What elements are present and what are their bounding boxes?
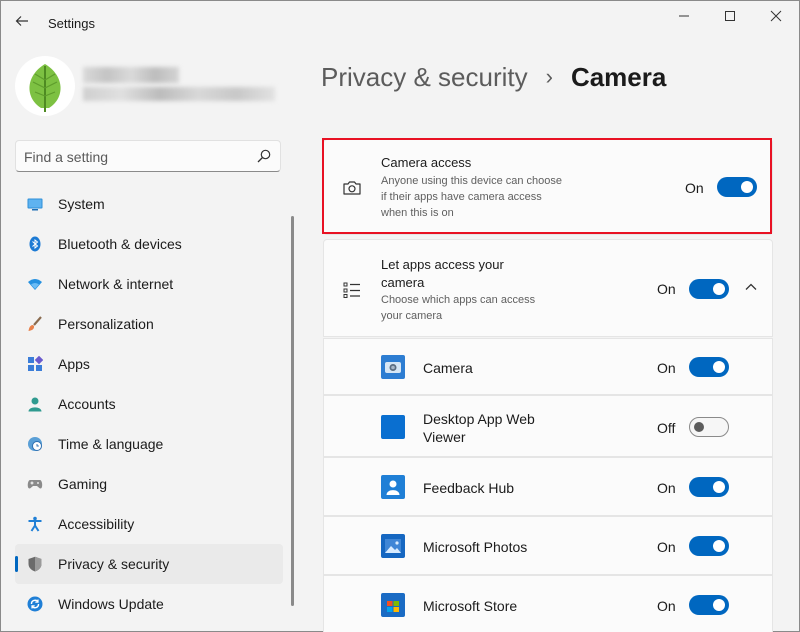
sidebar-item-label: Time & language [58,436,164,452]
app-state: On [657,360,676,376]
sidebar-item-gaming[interactable]: Gaming [15,464,283,504]
chevron-up-icon[interactable] [744,280,758,294]
close-button[interactable] [753,5,799,29]
sidebar-item-label: Accounts [58,396,116,412]
search-input[interactable] [24,147,244,167]
sidebar-item-network[interactable]: Network & internet [15,264,283,304]
breadcrumb-separator: › [545,64,553,89]
microsoft-store-toggle[interactable] [689,595,729,615]
back-button[interactable] [11,10,33,32]
store-icon [381,593,405,617]
sidebar-nav: System Bluetooth & devices Network & int… [15,184,283,624]
app-state: Off [657,420,676,436]
sidebar-item-label: Privacy & security [58,556,170,572]
camera-access-description-line: when this is on [381,207,454,219]
app-name: Viewer [423,429,466,445]
apps-access-title-line: camera [381,275,425,290]
breadcrumb: Privacy & security › Camera [321,59,666,95]
feedback-hub-toggle[interactable] [689,477,729,497]
sidebar-item-label: Network & internet [58,276,174,292]
apps-access-card[interactable]: Let apps access your camera Choose which… [323,239,773,337]
sidebar-item-label: Personalization [58,316,154,332]
sidebar-item-label: Gaming [58,476,108,492]
minimize-icon [679,15,689,17]
sidebar-scrollbar[interactable] [291,216,294,606]
update-icon [27,596,43,612]
app-state: On [657,539,676,555]
app-row-microsoft-store: Microsoft Store On [323,575,773,632]
sidebar-item-bluetooth[interactable]: Bluetooth & devices [15,224,283,264]
photos-icon [381,534,405,558]
camera-access-title: Camera access [381,155,472,170]
sidebar-item-apps[interactable]: Apps [15,344,283,384]
sidebar-item-privacy-security[interactable]: Privacy & security [15,544,283,584]
camera-app-toggle[interactable] [689,357,729,377]
sidebar-item-personalization[interactable]: Personalization [15,304,283,344]
camera-access-description-line: if their apps have camera access [381,191,542,203]
camera-app-icon [381,355,405,379]
app-name: Microsoft Photos [423,539,528,555]
breadcrumb-parent[interactable]: Privacy & security [321,62,528,93]
shield-icon [27,556,43,572]
apps-access-title-line: Let apps access your [381,257,504,272]
sidebar-item-label: Apps [58,356,90,372]
app-name: Camera [423,360,473,376]
sidebar-item-label: System [58,196,105,212]
arrow-left-icon [15,16,28,26]
gamepad-icon [27,476,43,492]
page-title: Camera [570,61,667,92]
sidebar-item-system[interactable]: System [15,184,283,224]
camera-access-state: On [685,180,704,196]
title-bar: Settings [1,1,800,37]
app-name: Microsoft Store [423,598,518,614]
sidebar-item-windows-update[interactable]: Windows Update [15,584,283,624]
monitor-icon [27,196,43,212]
avatar[interactable] [15,56,75,116]
clock-globe-icon [27,436,43,452]
app-row-camera: Camera On [323,338,773,395]
search-icon[interactable] [256,148,272,164]
minimize-button[interactable] [661,5,707,29]
app-state: On [657,480,676,496]
feedback-hub-icon [381,475,405,499]
sidebar-item-time-language[interactable]: Time & language [15,424,283,464]
app-title: Settings [48,16,95,31]
apps-icon [27,355,44,372]
maximize-icon [725,11,735,21]
app-name: Desktop App Web [423,411,535,427]
wifi-icon [27,276,43,292]
app-state: On [657,598,676,614]
list-icon [343,282,360,298]
microsoft-photos-toggle[interactable] [689,536,729,556]
close-icon [770,10,782,22]
camera-access-description-line: Anyone using this device can choose [381,175,563,187]
app-row-microsoft-photos: Microsoft Photos On [323,516,773,575]
bluetooth-icon [27,236,43,252]
sidebar-item-accessibility[interactable]: Accessibility [15,504,283,544]
sidebar-item-label: Bluetooth & devices [58,236,182,252]
apps-access-toggle[interactable] [689,279,729,299]
brush-icon [27,316,43,332]
app-row-feedback-hub: Feedback Hub On [323,457,773,516]
apps-access-description-line: your camera [381,310,443,322]
app-row-desktop-web-viewer: Desktop App Web Viewer Off [323,395,773,457]
person-icon [27,396,43,412]
leaf-icon [29,64,61,112]
sidebar-item-label: Windows Update [58,596,164,612]
profile-info-redacted [83,67,275,103]
camera-access-card: Camera access Anyone using this device c… [323,139,773,235]
desktop-web-viewer-icon [381,415,405,439]
search-box[interactable] [15,140,281,172]
apps-access-state: On [657,281,676,297]
accessibility-icon [27,516,43,532]
camera-icon [343,181,361,195]
apps-access-description-line: Choose which apps can access [381,294,536,306]
sidebar-item-accounts[interactable]: Accounts [15,384,283,424]
camera-access-toggle[interactable] [717,177,757,197]
desktop-web-viewer-toggle[interactable] [689,417,729,437]
app-name: Feedback Hub [423,480,515,496]
sidebar-item-label: Accessibility [58,516,135,532]
maximize-button[interactable] [707,5,753,29]
